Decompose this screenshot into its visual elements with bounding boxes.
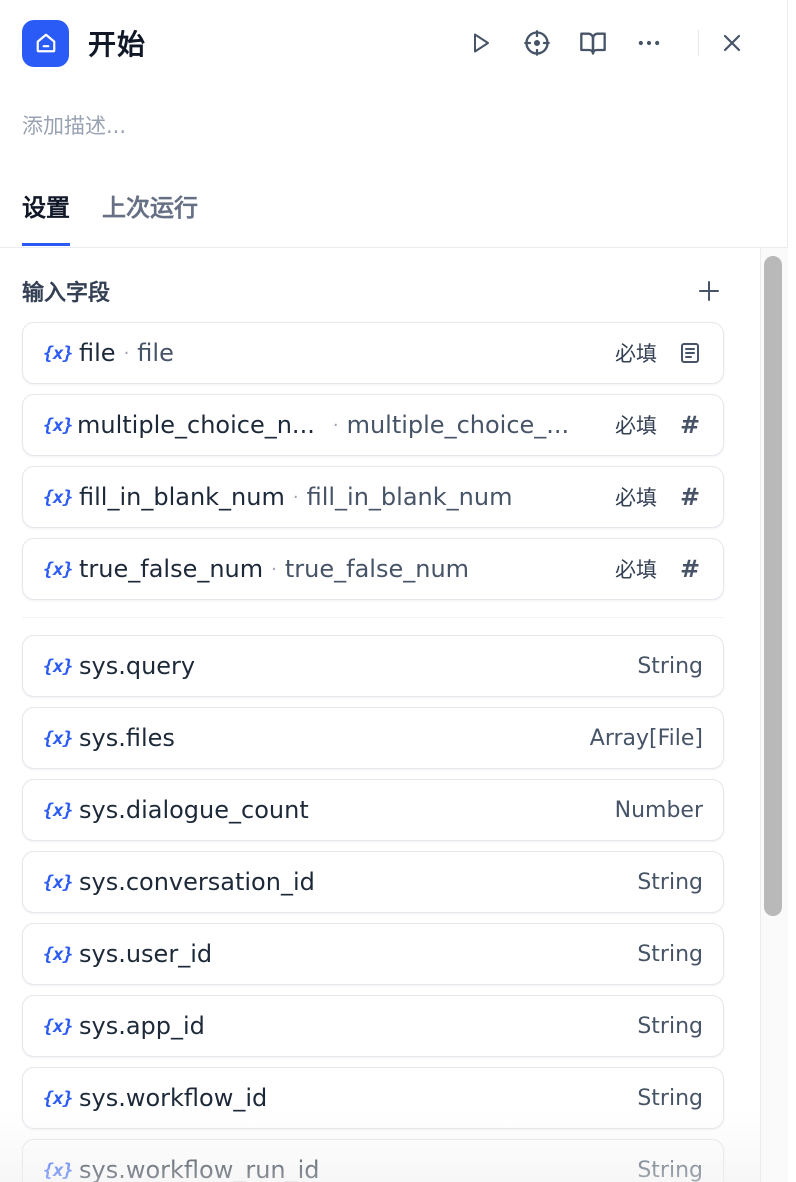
variable-icon: {x} [43, 414, 74, 436]
book-open-icon [580, 32, 606, 55]
section-divider [22, 617, 724, 618]
field-label: file [137, 339, 174, 367]
variable-name: sys.workflow_id [79, 1084, 268, 1112]
system-variable-list: {x} sys.query String {x} sys.files Array… [22, 635, 724, 1182]
add-field-button[interactable] [694, 276, 724, 306]
header-actions [466, 19, 747, 67]
close-icon [723, 34, 741, 52]
tab-last-run[interactable]: 上次运行 [102, 188, 198, 246]
variable-type: String [637, 1157, 703, 1182]
system-variable-row[interactable]: {x} sys.workflow_id String [22, 1067, 724, 1129]
section-title: 输入字段 [22, 281, 111, 306]
more-button[interactable] [634, 28, 664, 58]
system-variable-row[interactable]: {x} sys.query String [22, 635, 724, 697]
document-icon [677, 340, 703, 366]
node-settings-panel: 开始 添加描述... 设置 上次运行 输入字段 {x} file · file … [0, 0, 788, 1182]
variable-name: sys.user_id [79, 940, 213, 968]
input-field-row[interactable]: {x} multiple_choice_n... · multiple_choi… [22, 394, 724, 456]
variable-icon: {x} [43, 1015, 74, 1037]
variable-name: sys.workflow_run_id [79, 1156, 320, 1182]
description-input[interactable]: 添加描述... [22, 110, 126, 140]
variable-icon: {x} [43, 1159, 74, 1181]
variable-icon: {x} [43, 943, 74, 965]
crosshair-icon [524, 30, 550, 56]
variable-type: String [637, 1085, 703, 1111]
variable-icon: {x} [43, 558, 74, 580]
run-button[interactable] [466, 28, 496, 58]
field-label: true_false_num [284, 555, 470, 583]
tab-bar: 设置 上次运行 [22, 188, 230, 246]
variable-icon: {x} [43, 1087, 74, 1109]
separator-dot: · [292, 486, 299, 508]
variable-type: String [637, 941, 703, 967]
required-badge: 必填 [615, 414, 657, 438]
variable-name: sys.app_id [79, 1012, 205, 1040]
node-title[interactable]: 开始 [88, 23, 146, 63]
input-field-row[interactable]: {x} file · file 必填 [22, 322, 724, 384]
panel-header: 开始 [22, 19, 747, 67]
required-badge: 必填 [615, 486, 657, 510]
variable-type: String [637, 1013, 703, 1039]
field-name: fill_in_blank_num [79, 483, 285, 511]
separator-dot: · [332, 414, 339, 436]
input-fields-header: 输入字段 [22, 272, 724, 310]
variable-type: String [637, 869, 703, 895]
system-variable-row[interactable]: {x} sys.workflow_run_id String [22, 1139, 724, 1182]
home-icon [22, 19, 69, 67]
separator-dot: · [271, 558, 277, 580]
variable-type: Number [614, 797, 703, 823]
field-label: multiple_choice_... [346, 411, 570, 439]
field-name: file [79, 339, 116, 367]
variable-icon: {x} [43, 871, 74, 893]
hash-icon: # [679, 411, 701, 439]
variable-icon: {x} [43, 655, 74, 677]
variable-name: sys.query [79, 652, 196, 680]
input-field-row[interactable]: {x} fill_in_blank_num · fill_in_blank_nu… [22, 466, 724, 528]
input-field-list: {x} file · file 必填 {x} multiple_choice_n… [22, 322, 724, 610]
variable-name: sys.files [79, 724, 175, 752]
system-variable-row[interactable]: {x} sys.conversation_id String [22, 851, 724, 913]
more-horizontal-icon [638, 40, 660, 46]
field-name: multiple_choice_n... [77, 411, 315, 439]
variable-icon: {x} [43, 799, 74, 821]
tab-settings[interactable]: 设置 [22, 188, 70, 246]
separator-dot: · [123, 342, 130, 364]
system-variable-row[interactable]: {x} sys.user_id String [22, 923, 724, 985]
system-variable-row[interactable]: {x} sys.files Array[File] [22, 707, 724, 769]
variable-name: sys.dialogue_count [79, 796, 309, 824]
variable-name: sys.conversation_id [79, 868, 315, 896]
close-button[interactable] [717, 28, 747, 58]
tabs-divider [0, 247, 788, 248]
header-divider [698, 30, 699, 56]
variable-icon: {x} [43, 486, 74, 508]
field-label: fill_in_blank_num [306, 483, 513, 511]
docs-button[interactable] [578, 28, 608, 58]
variable-icon: {x} [43, 342, 74, 364]
plus-icon [699, 281, 719, 301]
system-variable-row[interactable]: {x} sys.dialogue_count Number [22, 779, 724, 841]
hash-icon: # [679, 483, 701, 511]
variable-type: String [637, 653, 703, 679]
required-badge: 必填 [615, 342, 657, 366]
variable-type: Array[File] [589, 725, 703, 751]
required-badge: 必填 [615, 558, 657, 582]
hash-icon: # [679, 555, 701, 583]
field-name: true_false_num [79, 555, 264, 583]
system-variable-row[interactable]: {x} sys.app_id String [22, 995, 724, 1057]
scrollbar-thumb[interactable] [764, 256, 782, 916]
input-field-row[interactable]: {x} true_false_num · true_false_num 必填 # [22, 538, 724, 600]
variable-icon: {x} [43, 727, 74, 749]
play-icon [474, 33, 489, 53]
locate-button[interactable] [522, 28, 552, 58]
